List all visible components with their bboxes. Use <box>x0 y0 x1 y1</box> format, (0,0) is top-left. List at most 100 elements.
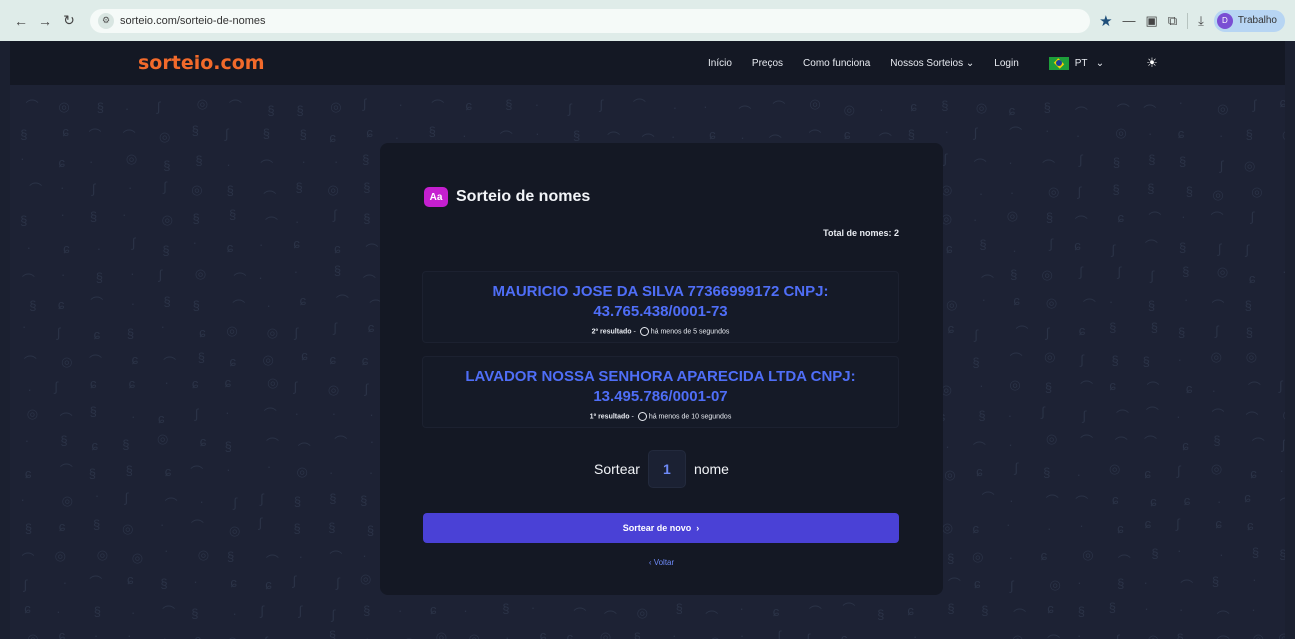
pattern-glyph: ◎ <box>1244 157 1256 173</box>
result-meta: 1º resultado - há menos de 10 segundos <box>589 412 732 421</box>
total-label: Total de nomes: <box>823 228 892 238</box>
pattern-glyph: ⌒ <box>21 552 35 567</box>
pattern-glyph: § <box>1147 180 1155 196</box>
forward-arrow-icon[interactable]: → <box>34 10 56 32</box>
pattern-glyph: · <box>670 128 676 144</box>
pattern-glyph: ⌒ <box>632 98 646 114</box>
pattern-glyph: · <box>93 627 99 639</box>
pattern-glyph: · <box>162 630 167 639</box>
pattern-glyph: § <box>96 99 105 115</box>
redraw-label: Sortear de novo <box>622 523 692 533</box>
pattern-glyph: ∫ <box>331 606 335 622</box>
pattern-glyph: ⌒ <box>122 128 136 144</box>
pattern-glyph: § <box>981 603 989 619</box>
screenshot-icon[interactable]: ▣ <box>1146 13 1158 29</box>
pattern-glyph: ◎ <box>809 96 821 112</box>
address-bar[interactable]: ⚙ sorteio.com/sorteio-de-nomes <box>90 8 1090 33</box>
pattern-glyph: ◎ <box>158 129 171 145</box>
pattern-glyph: ⌒ <box>1009 351 1023 367</box>
pattern-glyph: § <box>195 153 203 169</box>
pattern-glyph: ɕ <box>164 463 172 479</box>
pattern-glyph: · <box>1252 571 1257 587</box>
pattern-glyph: ⌒ <box>1217 632 1230 639</box>
pattern-glyph: ⌒ <box>1074 105 1088 121</box>
pattern-glyph: § <box>293 521 301 537</box>
pattern-glyph: ◎ <box>1216 263 1229 279</box>
pattern-glyph: ⌒ <box>808 605 822 621</box>
chevron-down-icon: ⌄ <box>1090 57 1105 69</box>
pattern-glyph: ⌒ <box>1047 631 1060 639</box>
pattern-glyph: ∫ <box>194 405 199 421</box>
nav-login[interactable]: Login <box>994 58 1018 69</box>
pattern-glyph: · <box>131 408 136 424</box>
pattern-glyph: ⌒ <box>842 602 856 618</box>
nav-como-funciona[interactable]: Como funciona <box>803 58 870 69</box>
result-item: MAURICIO JOSE DA SILVA 77366999172 CNPJ:… <box>422 271 899 343</box>
profile-button[interactable]: D Trabalho <box>1213 9 1285 32</box>
pattern-glyph: · <box>293 263 299 279</box>
download-icon[interactable]: ⤓ <box>1198 13 1204 29</box>
pattern-glyph: ⌒ <box>25 98 39 114</box>
reload-icon[interactable]: ↻ <box>58 10 80 32</box>
pattern-glyph: · <box>266 459 272 475</box>
pattern-glyph: § <box>1077 603 1085 619</box>
pattern-glyph: ⌒ <box>29 182 43 198</box>
theme-toggle-sun-icon[interactable]: ☀ <box>1146 55 1158 71</box>
site-logo[interactable]: sorteio.com <box>138 52 265 74</box>
pattern-glyph: ⌒ <box>1115 409 1129 425</box>
pattern-glyph: ɕ <box>301 347 308 363</box>
site-settings-icon[interactable]: ⚙ <box>98 12 114 29</box>
pattern-glyph: § <box>29 297 37 313</box>
language-selector[interactable]: PT ⌄ <box>1048 56 1105 70</box>
back-label: Voltar <box>653 558 675 567</box>
pattern-glyph: · <box>530 600 536 616</box>
nav-nossos-sorteios[interactable]: Nossos Sorteios ⌄ <box>890 58 974 69</box>
pattern-glyph: ◎ <box>1282 127 1285 143</box>
nav-precos[interactable]: Preços <box>752 58 783 69</box>
quantity-input[interactable]: 1 <box>647 450 686 488</box>
pattern-glyph: · <box>295 214 300 230</box>
pattern-glyph: § <box>360 493 368 509</box>
extensions-icon[interactable]: ⧉ <box>1168 13 1177 29</box>
pattern-glyph: ◎ <box>327 382 340 398</box>
pattern-glyph: ∫ <box>1281 437 1285 453</box>
pattern-glyph: · <box>981 291 986 307</box>
pattern-glyph: ɕ <box>58 155 66 171</box>
pattern-glyph: ⌒ <box>59 462 73 478</box>
pattern-glyph: · <box>193 573 198 589</box>
pattern-glyph: ɕ <box>128 375 136 391</box>
draw-prefix: Sortear <box>594 461 640 477</box>
pattern-glyph: ◎ <box>1212 186 1224 202</box>
minimize-icon[interactable]: — <box>1123 13 1136 28</box>
pattern-glyph: · <box>672 628 677 639</box>
back-arrow-icon[interactable]: ← <box>10 10 32 32</box>
pattern-glyph: ◎ <box>1282 407 1285 423</box>
pattern-glyph: ◎ <box>1210 348 1222 364</box>
pattern-glyph: · <box>27 382 32 398</box>
profile-avatar: D <box>1216 12 1233 29</box>
pattern-glyph: · <box>232 605 237 621</box>
pattern-glyph: ⌒ <box>1145 406 1159 422</box>
back-link[interactable]: ‹ Voltar <box>380 558 943 567</box>
pattern-glyph: § <box>1117 576 1125 592</box>
pattern-glyph: ⌒ <box>947 577 961 593</box>
pattern-glyph: ◎ <box>27 631 39 639</box>
bookmark-star-icon[interactable]: ★ <box>1099 12 1112 30</box>
pattern-glyph: ⌒ <box>1144 434 1158 450</box>
toolbar-divider <box>1187 12 1189 29</box>
redraw-button[interactable]: Sortear de novo › <box>423 513 899 543</box>
pattern-glyph: § <box>163 293 171 309</box>
pattern-glyph: ∫ <box>1111 241 1115 257</box>
pattern-glyph: · <box>977 634 981 639</box>
pattern-glyph: ⌒ <box>263 407 277 423</box>
pattern-glyph: · <box>124 101 130 117</box>
pattern-glyph: · <box>1077 575 1082 591</box>
pattern-glyph: · <box>1282 264 1285 279</box>
pattern-glyph: ∫ <box>1217 240 1222 256</box>
pattern-glyph: ⌒ <box>1143 104 1157 120</box>
pattern-glyph: § <box>328 628 337 639</box>
pattern-glyph: § <box>1279 547 1285 562</box>
nav-inicio[interactable]: Início <box>708 58 732 69</box>
result-time: há menos de 10 segundos <box>648 413 732 421</box>
total-value: 2 <box>893 228 899 238</box>
